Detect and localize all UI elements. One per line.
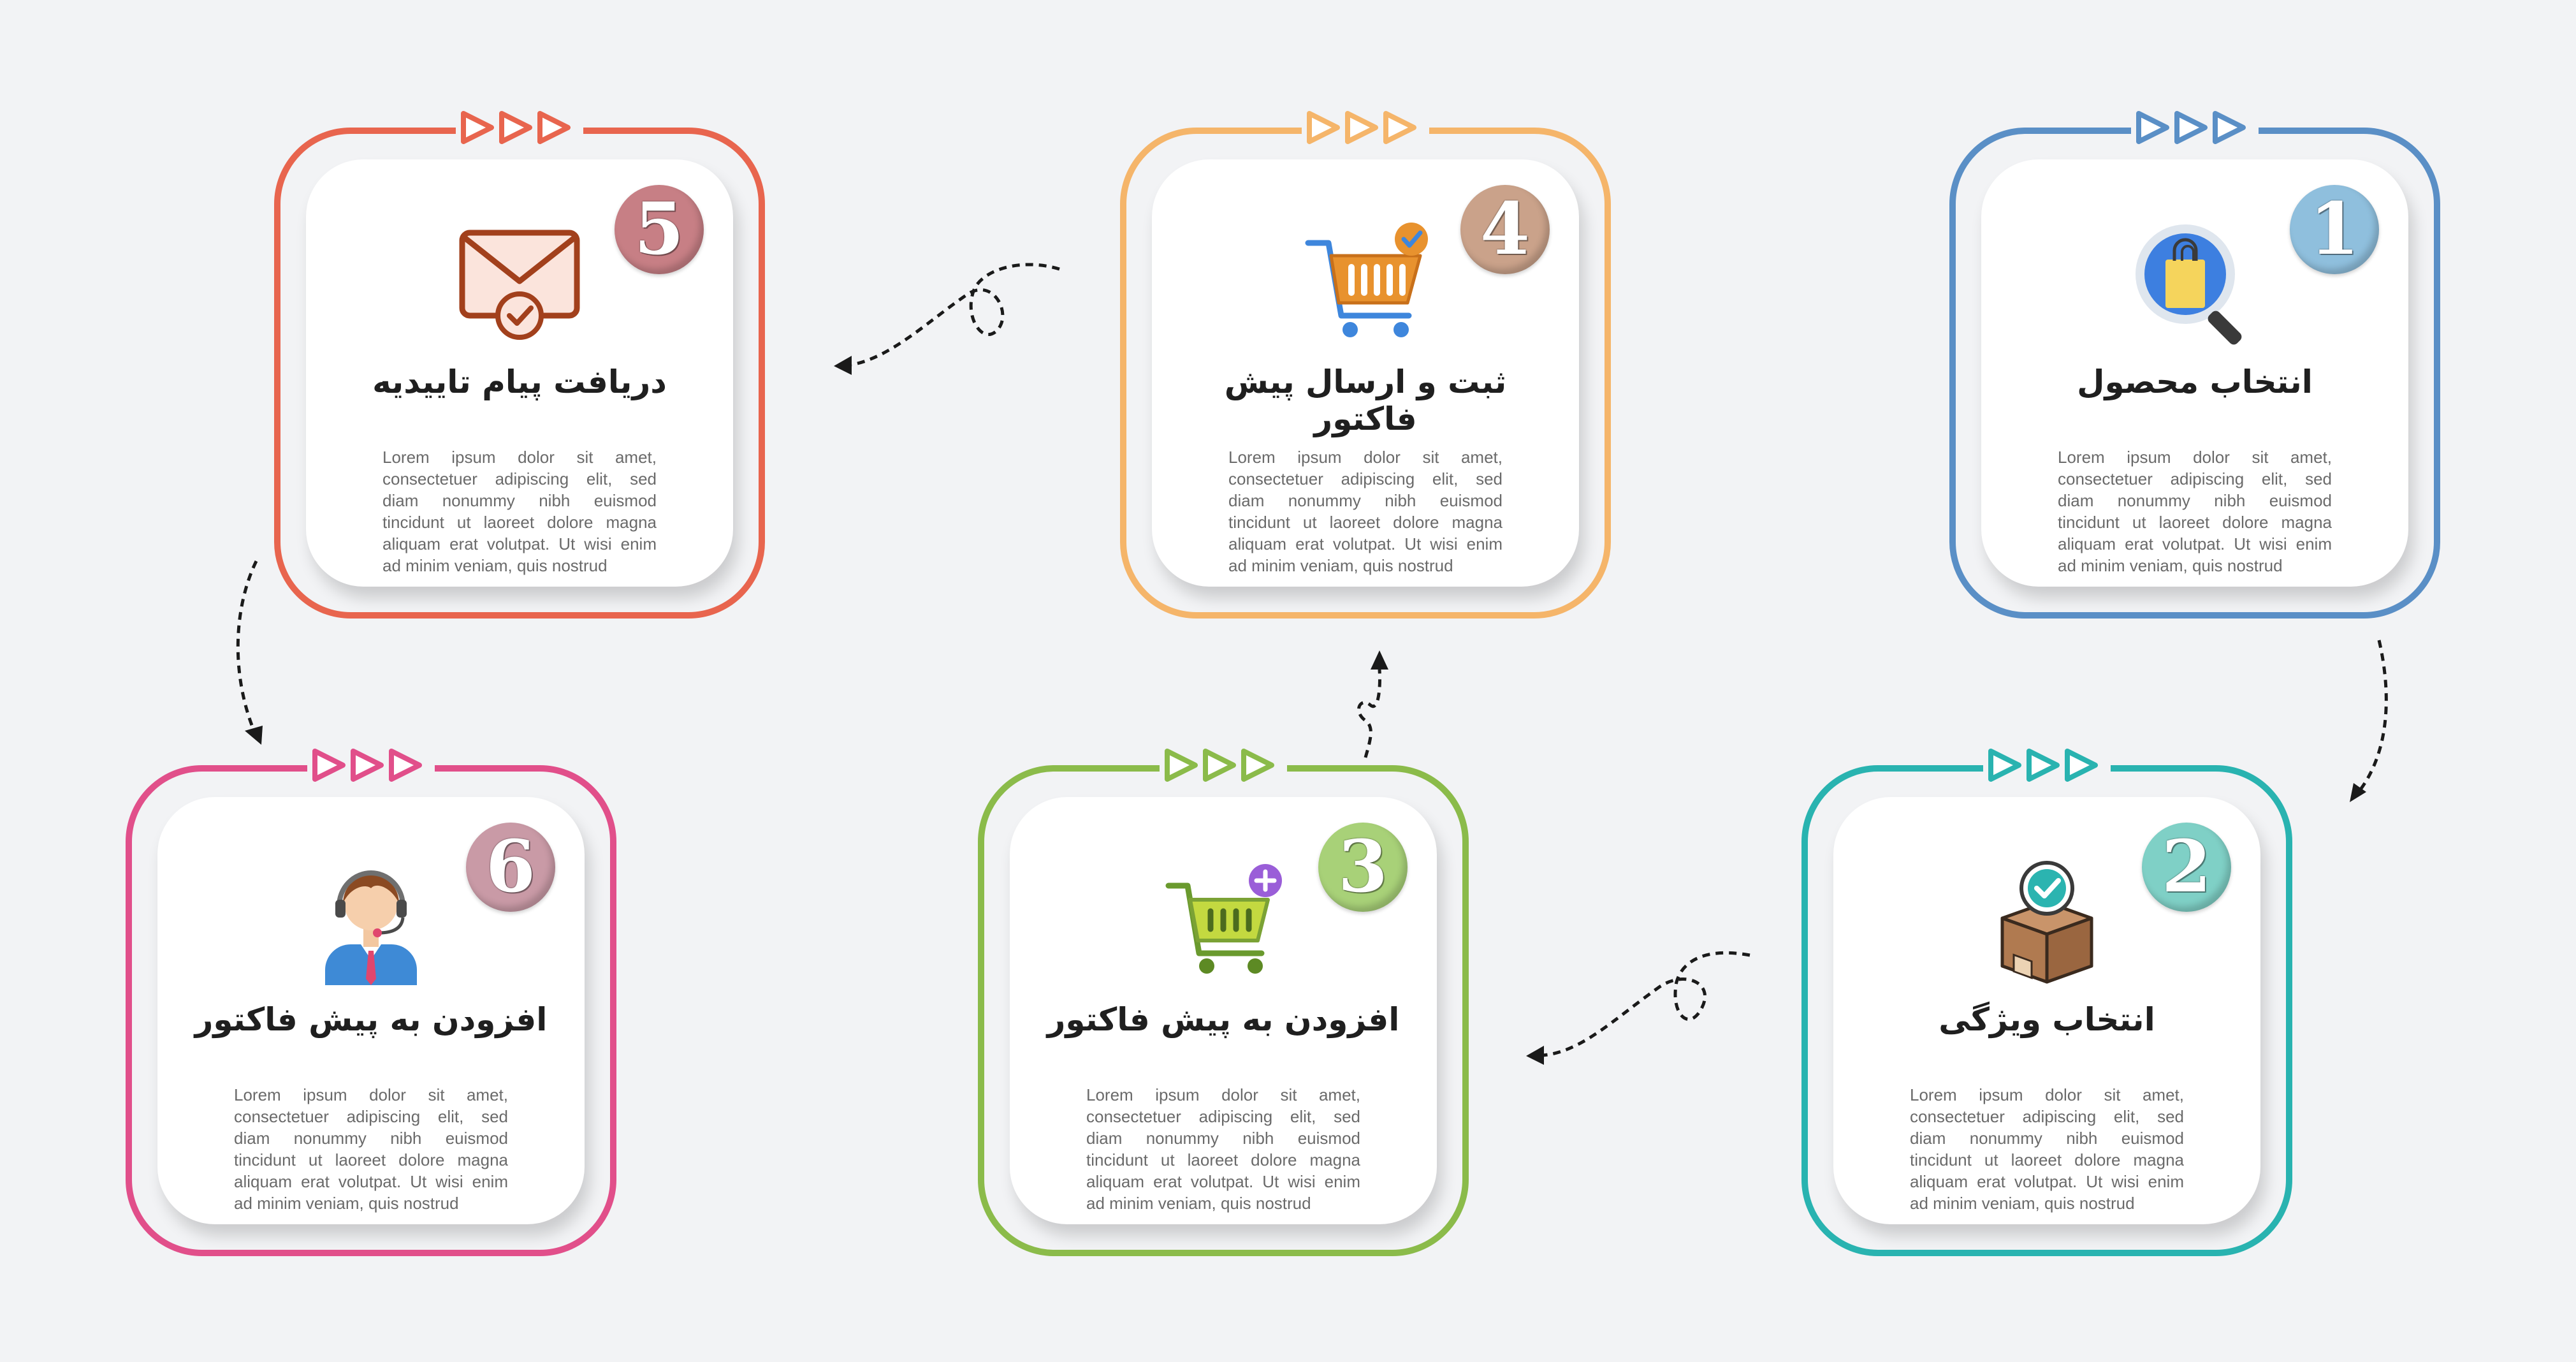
step-card-3: 3 افزودن به پیش فاکتور Lorem ipsum dolor…: [978, 746, 1469, 1256]
checked-box-icon: [2000, 861, 2093, 984]
step-title: دریافت پیام تاییدیه: [372, 363, 667, 400]
step-card-body: 2 انتخاب ویژگی Lorem ipsum dolor sit ame…: [1833, 797, 2260, 1224]
step-title: افزودن به پیش فاکتور: [1047, 1001, 1400, 1038]
step-description: Lorem ipsum dolor sit amet, consectetuer…: [1228, 448, 1503, 575]
step-card-6: 6 افزودن به پیش فاکتور Lorem ipsum dolor…: [126, 746, 616, 1256]
connector-3-to-4: [1357, 650, 1388, 758]
step-card-body: 6 افزودن به پیش فاکتور Lorem ipsum dolor…: [157, 797, 585, 1224]
triple-arrow-icon: [1983, 746, 2111, 784]
triple-arrow-icon: [1160, 746, 1287, 784]
magnifier-shopping-bag-icon: [2136, 224, 2242, 345]
step-number-badge: 2: [2142, 823, 2231, 912]
step-title: ثبت و ارسال پیش فاکتور: [1224, 363, 1507, 437]
step-card-body: 1 انتخاب محصول Lorem ipsum dolor sit ame…: [1981, 159, 2408, 587]
connector-1-to-2: [2350, 640, 2388, 802]
step-card-4: 4 ثبت و ارسال پیش فاکتور Lorem ipsum dol…: [1120, 108, 1611, 619]
confirmation-mail-icon: [459, 230, 580, 340]
add-to-cart-icon: [1165, 864, 1282, 974]
step-description: Lorem ipsum dolor sit amet, consectetuer…: [1086, 1085, 1360, 1213]
step-title: انتخاب محصول: [2077, 363, 2313, 400]
step-number-badge: 4: [1460, 185, 1550, 274]
step-description: Lorem ipsum dolor sit amet, consectetuer…: [2058, 448, 2332, 575]
connector-4-to-5: [834, 263, 1060, 375]
connector-5-to-6: [236, 560, 263, 745]
step-title: افزودن به پیش فاکتور: [194, 1001, 548, 1038]
step-description: Lorem ipsum dolor sit amet, consectetuer…: [234, 1085, 508, 1213]
step-card-body: 5 دریافت پیام تاییدیه Lorem ipsum dolor …: [306, 159, 733, 587]
step-title: انتخاب ویژگی: [1939, 1001, 2155, 1038]
connector-2-to-3: [1526, 951, 1750, 1065]
step-number-badge: 1: [2290, 185, 2379, 274]
step-number-badge: 6: [466, 823, 555, 912]
triple-arrow-icon: [2131, 108, 2259, 147]
step-card-5: 5 دریافت پیام تاییدیه Lorem ipsum dolor …: [274, 108, 765, 619]
step-card-body: 3 افزودن به پیش فاکتور Lorem ipsum dolor…: [1010, 797, 1437, 1224]
step-card-body: 4 ثبت و ارسال پیش فاکتور Lorem ipsum dol…: [1152, 159, 1579, 587]
step-description: Lorem ipsum dolor sit amet, consectetuer…: [1910, 1085, 2184, 1213]
cart-checkout-icon: [1305, 223, 1428, 337]
support-agent-icon: [325, 870, 417, 985]
step-description: Lorem ipsum dolor sit amet, consectetuer…: [382, 448, 657, 575]
triple-arrow-icon: [1302, 108, 1429, 147]
triple-arrow-icon: [456, 108, 583, 147]
triple-arrow-icon: [307, 746, 435, 784]
step-number-badge: 5: [615, 185, 704, 274]
step-card-2: 2 انتخاب ویژگی Lorem ipsum dolor sit ame…: [1801, 746, 2292, 1256]
step-number-badge: 3: [1318, 823, 1408, 912]
step-card-1: 1 انتخاب محصول Lorem ipsum dolor sit ame…: [1949, 108, 2440, 619]
